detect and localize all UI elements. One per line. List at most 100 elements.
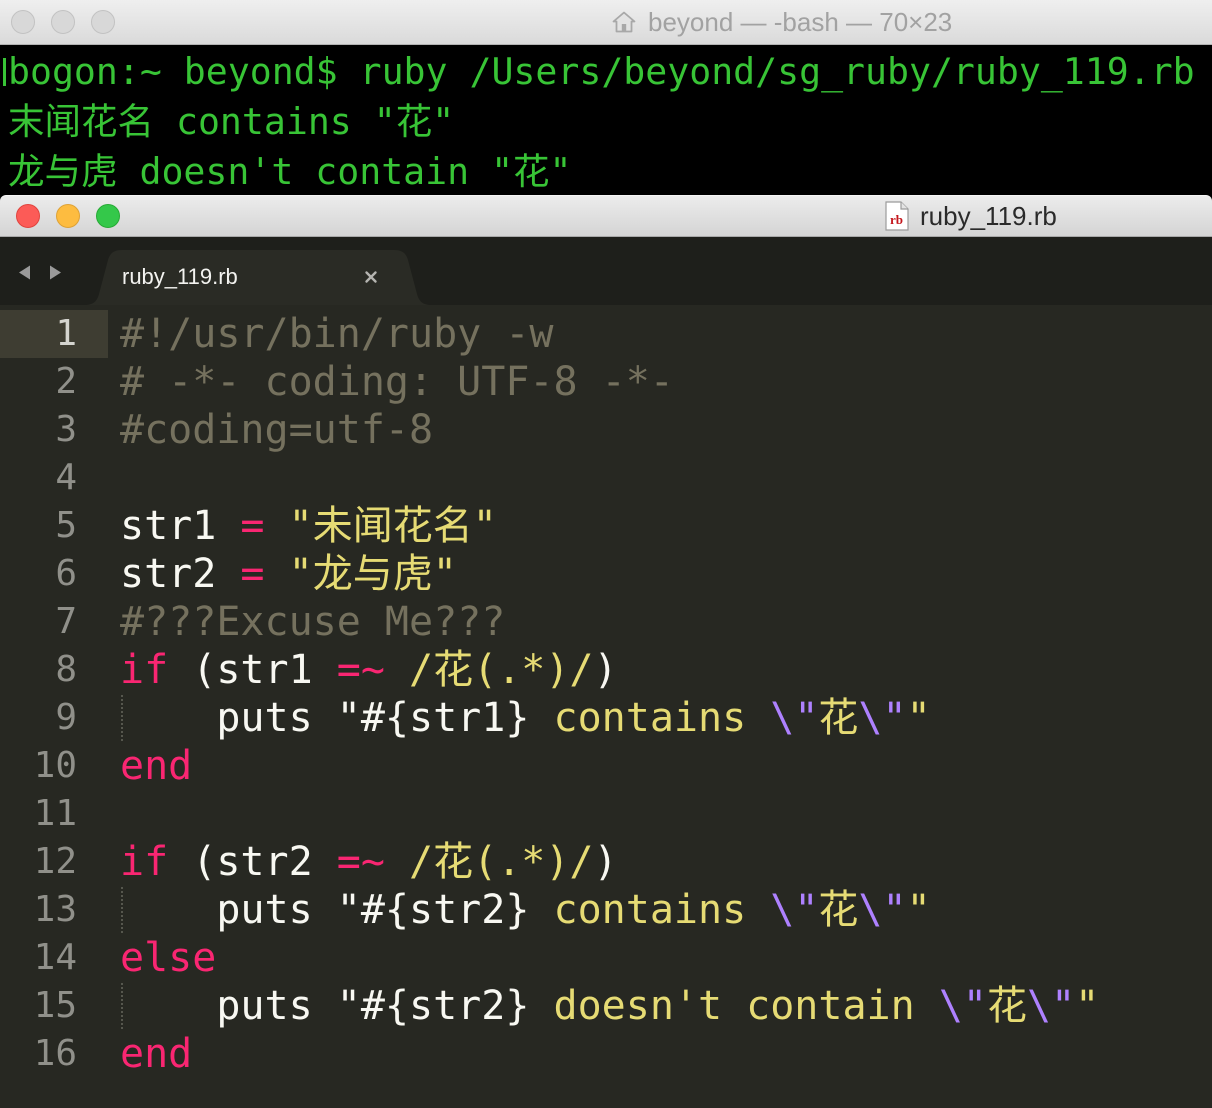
code-line[interactable]: [120, 454, 1212, 502]
code-text: str2: [120, 551, 241, 597]
code-text: (str1: [168, 647, 337, 693]
code-string: 花: [986, 983, 1027, 1029]
indent-guide: [120, 887, 216, 933]
code-escape: \": [858, 887, 907, 933]
code-keyword: end: [120, 743, 193, 789]
code-line[interactable]: #!/usr/bin/ruby -w: [120, 310, 1212, 358]
terminal-line: 末闻花名 contains "花": [8, 100, 455, 143]
code-line[interactable]: str2 = "龙与虎": [120, 550, 1212, 598]
code-escape: \": [770, 887, 819, 933]
line-number: 9: [55, 697, 77, 738]
line-number: 2: [55, 361, 77, 402]
tab-ruby-file[interactable]: ruby_119.rb: [84, 250, 432, 305]
editor-minimize-button[interactable]: [56, 204, 80, 228]
code-string: /花(.*)/: [409, 647, 594, 693]
ruby-file-icon: rb: [884, 201, 910, 231]
editor-title: rb ruby_119.rb: [884, 196, 1057, 236]
code-keyword: =: [240, 503, 265, 549]
forward-arrow-icon[interactable]: [48, 264, 63, 281]
code-string: "龙与虎": [288, 551, 457, 597]
code-keyword: =~: [336, 647, 385, 693]
editor-zoom-button[interactable]: [96, 204, 120, 228]
code-keyword: else: [120, 935, 217, 981]
code-line[interactable]: if (str2 =~ /花(.*)/): [120, 838, 1212, 886]
terminal-title-text: beyond — -bash — 70×23: [648, 6, 953, 37]
line-number: 12: [33, 841, 77, 882]
editor-close-button[interactable]: [16, 204, 40, 228]
code-editor[interactable]: 1 2 3 4 5 6 7 8 9 10 11 12 13 14 15 16 #!/usr/bin/ruby …: [0, 305, 1212, 1108]
line-number: 10: [33, 745, 77, 786]
line-number: 11: [33, 793, 77, 834]
code-line[interactable]: #coding=utf-8: [120, 406, 1212, 454]
code-string: "未闻花名": [288, 503, 497, 549]
code-string: contains: [529, 887, 771, 933]
terminal-minimize-button[interactable]: [51, 10, 75, 34]
code-area[interactable]: #!/usr/bin/ruby -w # -*- coding: UTF-8 -*…: [120, 310, 1212, 1078]
line-number: 16: [33, 1033, 77, 1074]
code-comment: #coding=utf-8: [120, 407, 434, 453]
terminal-line: bogon:~ beyond$ ruby /Users/beyond/sg_ru…: [8, 50, 1195, 93]
indent-guide: [120, 983, 216, 1029]
terminal-close-button[interactable]: [11, 10, 35, 34]
code-keyword: end: [120, 1031, 193, 1077]
terminal-titlebar[interactable]: beyond — -bash — 70×23: [0, 0, 1212, 45]
code-text: puts "#{str2}: [216, 887, 530, 933]
code-text: (str2: [168, 839, 337, 885]
code-line[interactable]: # -*- coding: UTF-8 -*-: [120, 358, 1212, 406]
editor-titlebar[interactable]: rb ruby_119.rb: [0, 195, 1212, 237]
code-line[interactable]: else: [120, 934, 1212, 982]
code-string: 花: [818, 695, 859, 741]
code-line[interactable]: [120, 790, 1212, 838]
line-number: 5: [55, 505, 77, 546]
code-keyword: if: [120, 647, 169, 693]
file-icon-label: rb: [890, 212, 903, 227]
line-number: 4: [55, 457, 77, 498]
line-number: 14: [33, 937, 77, 978]
back-arrow-icon[interactable]: [17, 264, 32, 281]
terminal-window: beyond — -bash — 70×23 bogon:~ beyond$ r…: [0, 0, 1212, 195]
line-number: 7: [55, 601, 77, 642]
code-string: ": [1075, 983, 1100, 1029]
line-number: 1: [0, 310, 108, 358]
clipped-glyph: [3, 58, 6, 86]
code-string: ": [906, 887, 931, 933]
home-icon: [612, 10, 636, 34]
terminal-zoom-button[interactable]: [91, 10, 115, 34]
close-icon[interactable]: [364, 270, 378, 284]
code-escape: \": [770, 695, 819, 741]
code-line[interactable]: str1 = "未闻花名": [120, 502, 1212, 550]
editor-window: rb ruby_119.rb ruby_119.rb 1 2 3 4 5 6 7 8 9 10 1: [0, 195, 1212, 1108]
code-line[interactable]: puts "#{str1} contains \"花\"": [120, 694, 1212, 742]
line-number: 15: [33, 985, 77, 1026]
code-text: ): [593, 647, 618, 693]
editor-title-text: ruby_119.rb: [920, 200, 1057, 231]
code-line[interactable]: puts "#{str2} contains \"花\"": [120, 886, 1212, 934]
code-text: ): [593, 839, 618, 885]
line-number: 6: [55, 553, 77, 594]
code-line[interactable]: end: [120, 1030, 1212, 1078]
code-line[interactable]: end: [120, 742, 1212, 790]
terminal-lines: bogon:~ beyond$ ruby /Users/beyond/sg_ru…: [8, 47, 1212, 195]
line-gutter: 1 2 3 4 5 6 7 8 9 10 11 12 13 14 15 16: [0, 310, 108, 1078]
terminal-output[interactable]: bogon:~ beyond$ ruby /Users/beyond/sg_ru…: [0, 45, 1212, 195]
code-comment: # -*- coding: UTF-8 -*-: [120, 359, 674, 405]
code-string: contains: [529, 695, 771, 741]
code-keyword: =~: [336, 839, 385, 885]
code-line[interactable]: puts "#{str2} doesn't contain \"花\"": [120, 982, 1212, 1030]
line-number: 8: [55, 649, 77, 690]
tab-label: ruby_119.rb: [122, 264, 238, 289]
code-line[interactable]: if (str1 =~ /花(.*)/): [120, 646, 1212, 694]
terminal-title: beyond — -bash — 70×23: [612, 0, 952, 44]
code-text: puts "#{str2}: [216, 983, 530, 1029]
code-keyword: =: [240, 551, 265, 597]
tab-bar: ruby_119.rb: [0, 237, 1212, 305]
line-number: 13: [33, 889, 77, 930]
code-line[interactable]: #???Excuse Me???: [120, 598, 1212, 646]
terminal-line: 龙与虎 doesn't contain "花": [8, 150, 572, 193]
code-text: str1: [120, 503, 241, 549]
code-comment: #!/usr/bin/ruby -w: [120, 311, 554, 357]
